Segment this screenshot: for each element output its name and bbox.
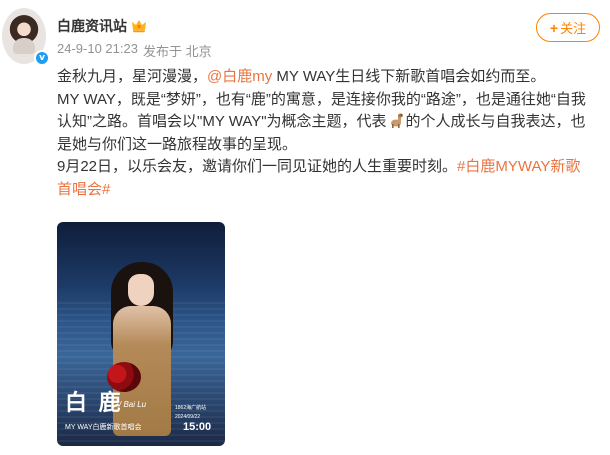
post-text: 金秋九月，星河漫漫，@白鹿my MY WAY生日线下新歌首唱会如约而至。 MY … bbox=[57, 66, 603, 201]
username-row: 白鹿资讯站 bbox=[57, 16, 147, 36]
username[interactable]: 白鹿资讯站 bbox=[57, 16, 127, 36]
post-line-3: 认知”之路。首唱会以"MY WAY"为概念主题，代表 的个人成长与自我表达，也 bbox=[57, 113, 586, 130]
post-line-6: 首唱会# bbox=[57, 179, 603, 202]
post-line-1: 金秋九月，星河漫漫，@白鹿my MY WAY生日线下新歌首唱会如约而至。 bbox=[57, 68, 546, 85]
poster-title: MY WAY白鹿新歌首唱会 bbox=[65, 424, 142, 431]
alpaca-emoji-icon bbox=[390, 113, 403, 128]
weibo-post: v 白鹿资讯站 24-9-10 21:23 发布于 北京 + 关注 金秋九月，星… bbox=[0, 0, 610, 455]
hashtag-link[interactable]: #白鹿MYWAY新歌 bbox=[457, 158, 580, 175]
post-line-4: 是她与你们这一路旅程故事的呈现。 bbox=[57, 135, 298, 153]
verified-icon: v bbox=[34, 50, 50, 66]
hashtag-link-continued[interactable]: 首唱会# bbox=[57, 181, 110, 198]
poster-date: 2024/09/22 bbox=[175, 414, 201, 420]
post-meta: 24-9-10 21:23 发布于 北京 bbox=[57, 41, 212, 60]
post-photo[interactable]: 白 鹿 / Bai Lu 1862海广航站 2024/09/22 MY WAY白… bbox=[57, 222, 225, 446]
poster-time: 15:00 bbox=[183, 421, 212, 433]
photo-face bbox=[128, 274, 154, 306]
plus-icon: + bbox=[549, 19, 559, 36]
mention-link[interactable]: @白鹿my bbox=[207, 68, 272, 85]
poster-name-en: / Bai Lu bbox=[119, 400, 147, 409]
follow-button[interactable]: + 关注 bbox=[536, 13, 600, 42]
follow-label: 关注 bbox=[560, 21, 587, 36]
avatar-container[interactable]: v bbox=[2, 8, 50, 66]
post-line-5: 9月22日，以乐会友，邀请你们一同见证她的人生重要时刻。#白鹿MYWAY新歌 bbox=[57, 158, 581, 175]
post-location: 发布于 北京 bbox=[142, 44, 212, 59]
crown-icon bbox=[132, 20, 146, 33]
post-timestamp[interactable]: 24-9-10 21:23 bbox=[57, 41, 138, 60]
poster-venue: 1862海广航站 bbox=[175, 405, 207, 411]
post-line-2: MY WAY，既是“梦妍”，也有“鹿”的寓意，是连接你我的“路途”，也是通往她“… bbox=[57, 90, 586, 108]
poster-name: 白 鹿 bbox=[65, 390, 123, 416]
